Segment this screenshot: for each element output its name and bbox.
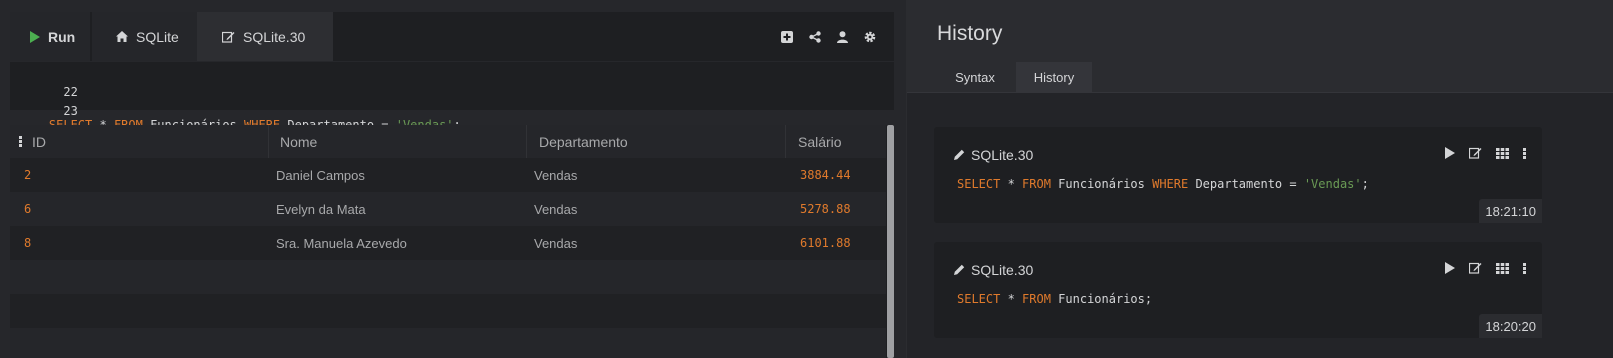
more-vertical-icon[interactable] <box>1523 147 1526 159</box>
sql-token: Departamento = <box>1188 177 1304 191</box>
cell-departamento: Vendas <box>534 201 578 217</box>
edit-icon[interactable] <box>1469 262 1482 274</box>
home-icon <box>116 31 128 42</box>
pencil-icon <box>954 264 965 275</box>
sql-token: * <box>1000 292 1023 306</box>
table-row[interactable]: 2 Daniel Campos Vendas 3884.44 <box>10 158 886 192</box>
play-icon[interactable] <box>1445 262 1455 274</box>
cell-nome: Evelyn da Mata <box>276 201 366 217</box>
column-header-nome[interactable]: Nome <box>268 125 526 158</box>
editor-pane: Run SQLite SQLite.30 22 23 SELECT * FROM… <box>0 0 906 358</box>
grid-icon[interactable] <box>1496 147 1509 159</box>
sql-token: ; <box>1361 177 1369 191</box>
tab-sqlite[interactable]: SQLite <box>92 12 197 61</box>
tab-history[interactable]: History <box>1016 62 1092 92</box>
table-row[interactable]: 8 Sra. Manuela Azevedo Vendas 6101.88 <box>10 226 886 260</box>
column-header-salario[interactable]: Salário <box>785 125 886 158</box>
play-icon <box>30 30 40 43</box>
tab-sqlite-30-label: SQLite.30 <box>243 28 306 45</box>
column-header-id[interactable]: ID <box>10 125 268 158</box>
cell-departamento: Vendas <box>534 167 578 183</box>
results-grid: ID Nome Departamento Salário 2 Daniel Ca… <box>10 125 894 358</box>
add-tab-icon[interactable] <box>781 30 793 43</box>
cell-id: 6 <box>24 202 32 216</box>
user-icon[interactable] <box>837 30 848 43</box>
run-label: Run <box>48 28 76 45</box>
more-vertical-icon[interactable] <box>1523 262 1526 274</box>
sql-token: SELECT <box>957 177 1001 191</box>
sql-token: Funcionários <box>1050 177 1153 191</box>
grid-header: ID Nome Departamento Salário <box>10 125 886 158</box>
cell-salario: 6101.88 <box>800 236 851 250</box>
edit-icon <box>222 31 235 43</box>
history-list: SQLite.30 SELECT * FROM Funcionários WHE… <box>907 92 1613 358</box>
grid-icon[interactable] <box>1496 262 1509 274</box>
empty-row <box>10 294 886 328</box>
history-entry-time: 18:20:20 <box>1479 314 1542 338</box>
column-header-departamento[interactable]: Departamento <box>526 125 785 158</box>
tab-syntax[interactable]: Syntax <box>935 62 1015 92</box>
history-entry[interactable]: SQLite.30 SELECT * FROM Funcionários; 18… <box>934 242 1542 338</box>
column-menu-icon[interactable] <box>19 136 22 147</box>
cell-id: 2 <box>24 168 32 182</box>
sql-editor[interactable]: 22 23 SELECT * FROM Funcionários WHERE D… <box>10 62 894 132</box>
line-number: 23 <box>63 104 78 118</box>
edit-icon[interactable] <box>1469 147 1482 159</box>
tab-sqlite-30[interactable]: SQLite.30 <box>197 12 333 61</box>
history-title: History <box>937 22 1003 45</box>
table-row[interactable]: 6 Evelyn da Mata Vendas 5278.88 <box>10 192 886 226</box>
sql-token: 'Vendas' <box>1303 177 1362 191</box>
run-button[interactable]: Run <box>10 12 90 61</box>
sql-token: FROM <box>1022 177 1051 191</box>
cell-nome: Daniel Campos <box>276 167 365 183</box>
history-entry-name: SQLite.30 <box>971 147 1034 163</box>
settings-icon[interactable] <box>864 31 876 43</box>
share-icon[interactable] <box>809 30 821 43</box>
cell-departamento: Vendas <box>534 235 578 251</box>
editor-toolbar: Run SQLite SQLite.30 <box>10 12 894 61</box>
sql-token: SELECT <box>957 292 1001 306</box>
history-entry-sql: SELECT * FROM Funcionários WHERE Departa… <box>957 177 1369 191</box>
history-entry[interactable]: SQLite.30 SELECT * FROM Funcionários WHE… <box>934 127 1542 223</box>
cell-nome: Sra. Manuela Azevedo <box>276 235 407 251</box>
history-entry-sql: SELECT * FROM Funcionários; <box>957 292 1152 306</box>
sql-token: * <box>1000 177 1023 191</box>
cell-id: 8 <box>24 236 32 250</box>
vertical-scrollbar[interactable] <box>887 125 894 358</box>
history-entry-name: SQLite.30 <box>971 262 1034 278</box>
sql-token: WHERE <box>1152 177 1189 191</box>
empty-row <box>10 328 886 358</box>
cell-salario: 3884.44 <box>800 168 851 182</box>
history-entry-time: 18:21:10 <box>1479 199 1542 223</box>
cell-salario: 5278.88 <box>800 202 851 216</box>
play-icon[interactable] <box>1445 147 1455 159</box>
tab-sqlite-label: SQLite <box>136 28 179 45</box>
sql-token: FROM <box>1022 292 1051 306</box>
pencil-icon <box>954 149 965 160</box>
sql-token: Funcionários; <box>1050 292 1153 306</box>
history-pane: History Syntax History SQLite.30 SELECT … <box>907 0 1613 358</box>
empty-row <box>10 260 886 294</box>
